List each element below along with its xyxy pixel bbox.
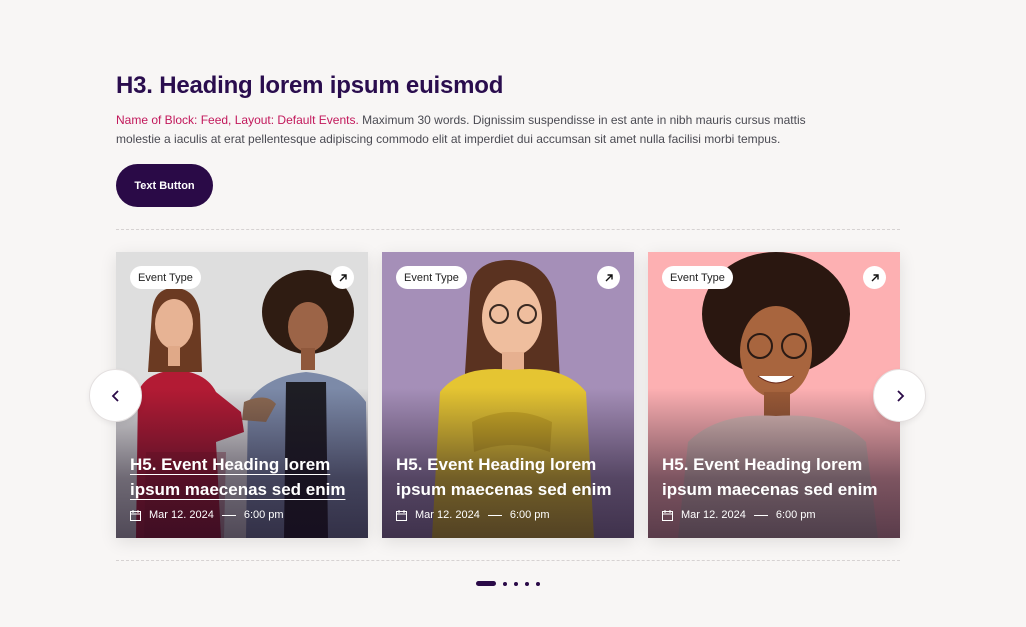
event-type-tag[interactable]: Event Type [396, 266, 467, 289]
event-type-tag[interactable]: Event Type [662, 266, 733, 289]
event-heading: H5. Event Heading lorem ipsum maecenas s… [130, 455, 346, 499]
event-date: Mar 12. 2024 [415, 509, 480, 521]
pagination-dot[interactable] [514, 581, 518, 586]
carousel-next-button[interactable] [873, 369, 926, 422]
event-meta: Mar 12. 2024 6:00 pm [130, 509, 284, 521]
pagination-dot[interactable] [536, 581, 540, 586]
event-time: 6:00 pm [775, 509, 816, 521]
chevron-right-icon [896, 389, 904, 402]
pagination-dot-active[interactable] [476, 581, 496, 586]
calendar-icon [130, 509, 141, 521]
event-card-3[interactable]: Event Type H5. Event Heading lorem ipsum… [648, 252, 900, 538]
event-time: 6:00 pm [243, 509, 284, 521]
text-button[interactable]: Text Button [116, 164, 213, 207]
event-date: Mar 12. 2024 [681, 509, 746, 521]
event-meta: Mar 12. 2024 6:00 pm [396, 509, 550, 521]
carousel-pagination [476, 581, 540, 586]
event-card-1[interactable]: Event Type H5. Event Heading lorem ipsum… [116, 252, 368, 538]
external-link-icon[interactable] [331, 266, 354, 289]
event-type-tag[interactable]: Event Type [130, 266, 201, 289]
carousel-prev-button[interactable] [89, 369, 142, 422]
section-description: Name of Block: Feed, Layout: Default Eve… [116, 111, 836, 149]
event-heading-link[interactable]: H5. Event Heading lorem ipsum maecenas s… [130, 452, 360, 502]
event-heading-link[interactable]: H5. Event Heading lorem ipsum maecenas s… [396, 452, 626, 502]
external-link-icon[interactable] [863, 266, 886, 289]
event-heading: H5. Event Heading lorem ipsum maecenas s… [662, 455, 878, 499]
event-meta: Mar 12. 2024 6:00 pm [662, 509, 816, 521]
pagination-dot[interactable] [503, 581, 507, 586]
event-heading: H5. Event Heading lorem ipsum maecenas s… [396, 455, 612, 499]
event-time: 6:00 pm [509, 509, 550, 521]
calendar-icon [662, 509, 673, 521]
divider-bottom [116, 560, 900, 561]
event-card-2[interactable]: Event Type H5. Event Heading lorem ipsum… [382, 252, 634, 538]
divider-top [116, 229, 900, 230]
section-heading: H3. Heading lorem ipsum euismod [116, 72, 504, 99]
external-link-icon[interactable] [597, 266, 620, 289]
description-highlight: Name of Block: Feed, Layout: Default Eve… [116, 113, 359, 127]
event-heading-link[interactable]: H5. Event Heading lorem ipsum maecenas s… [662, 452, 892, 502]
pagination-dot[interactable] [525, 581, 529, 586]
calendar-icon [396, 509, 407, 521]
chevron-left-icon [111, 389, 119, 402]
event-date: Mar 12. 2024 [149, 509, 214, 521]
